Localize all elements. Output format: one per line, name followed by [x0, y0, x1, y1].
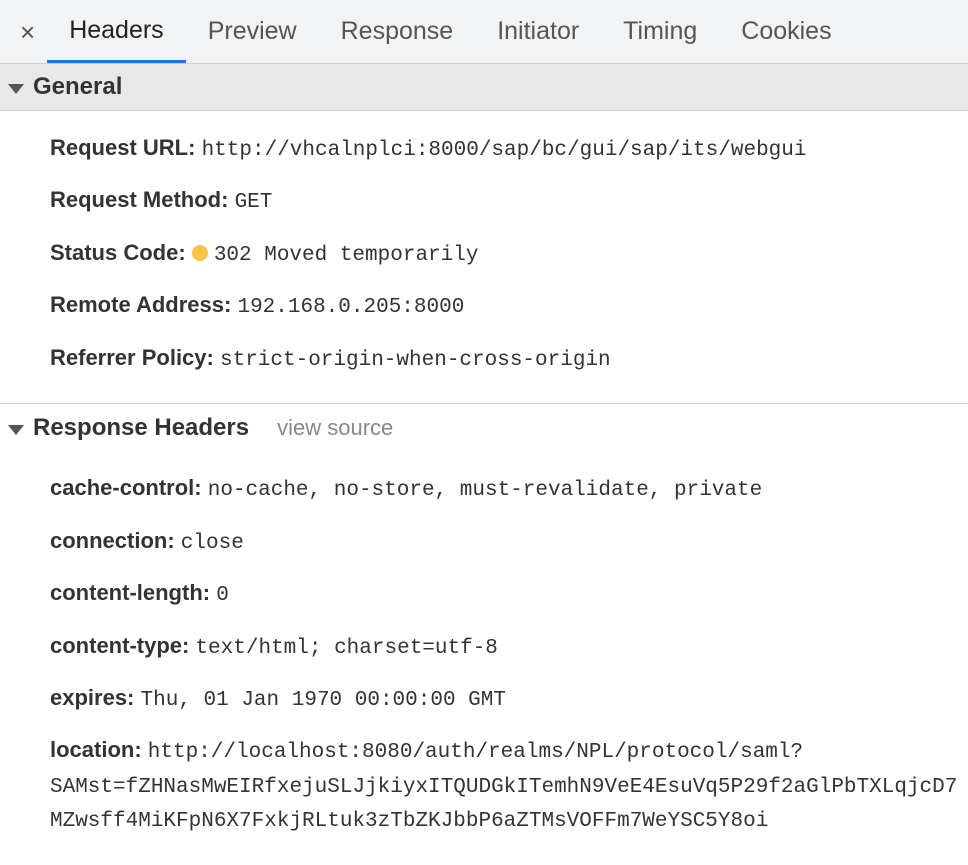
value: http://localhost:8080/auth/realms/NPL/pr…	[50, 741, 957, 833]
response-headers-list: cache-control: no-cache, no-store, must-…	[0, 451, 968, 865]
row-expires: expires: Thu, 01 Jan 1970 00:00:00 GMT	[50, 673, 968, 725]
tab-headers[interactable]: Headers	[47, 0, 186, 63]
value: text/html; charset=utf-8	[195, 637, 497, 660]
label: content-type:	[50, 633, 189, 658]
row-cache-control: cache-control: no-cache, no-store, must-…	[50, 463, 968, 515]
section-general-title: General	[33, 73, 122, 101]
status-dot-icon	[192, 245, 208, 261]
row-status-code: Status Code: 302 Moved temporarily	[50, 228, 968, 280]
label: connection:	[50, 528, 175, 553]
tab-timing[interactable]: Timing	[601, 0, 719, 63]
value: Thu, 01 Jan 1970 00:00:00 GMT	[141, 689, 506, 712]
status-code-value: 302 Moved temporarily	[214, 244, 479, 267]
value: strict-origin-when-cross-origin	[220, 349, 611, 372]
row-content-length: content-length: 0	[50, 568, 968, 620]
label: cache-control:	[50, 475, 202, 500]
tab-response[interactable]: Response	[319, 0, 476, 63]
section-response-headers-title: Response Headers	[33, 414, 249, 442]
label: Referrer Policy:	[50, 345, 214, 370]
view-source-link[interactable]: view source	[277, 415, 393, 441]
row-content-type: content-type: text/html; charset=utf-8	[50, 621, 968, 673]
value: GET	[235, 191, 273, 214]
row-connection: connection: close	[50, 516, 968, 568]
general-list: Request URL: http://vhcalnplci:8000/sap/…	[0, 111, 968, 403]
row-location: location: http://localhost:8080/auth/rea…	[50, 725, 968, 846]
value: 192.168.0.205:8000	[237, 296, 464, 319]
value: close	[181, 532, 244, 555]
row-request-method: Request Method: GET	[50, 175, 968, 227]
row-referrer-policy: Referrer Policy: strict-origin-when-cros…	[50, 333, 968, 385]
disclosure-triangle-icon	[8, 84, 24, 94]
row-request-url: Request URL: http://vhcalnplci:8000/sap/…	[50, 123, 968, 175]
value: 0	[216, 584, 229, 607]
disclosure-triangle-icon	[8, 425, 24, 435]
value: no-cache, no-store, must-revalidate, pri…	[208, 479, 763, 502]
value: http://vhcalnplci:8000/sap/bc/gui/sap/it…	[202, 139, 807, 162]
label: Request URL:	[50, 135, 195, 160]
value: 302 Moved temporarily	[192, 244, 479, 267]
section-general-header[interactable]: General	[0, 64, 968, 111]
close-icon[interactable]: ×	[8, 19, 47, 45]
tab-initiator[interactable]: Initiator	[475, 0, 601, 63]
tab-preview[interactable]: Preview	[186, 0, 319, 63]
label: expires:	[50, 685, 134, 710]
section-response-headers-header[interactable]: Response Headers view source	[0, 403, 968, 451]
label: Status Code:	[50, 240, 186, 265]
tab-strip: × Headers Preview Response Initiator Tim…	[0, 0, 968, 64]
label: Remote Address:	[50, 292, 231, 317]
label: content-length:	[50, 580, 210, 605]
label: location:	[50, 737, 142, 762]
row-remote-address: Remote Address: 192.168.0.205:8000	[50, 280, 968, 332]
tab-cookies[interactable]: Cookies	[719, 0, 853, 63]
label: Request Method:	[50, 187, 228, 212]
